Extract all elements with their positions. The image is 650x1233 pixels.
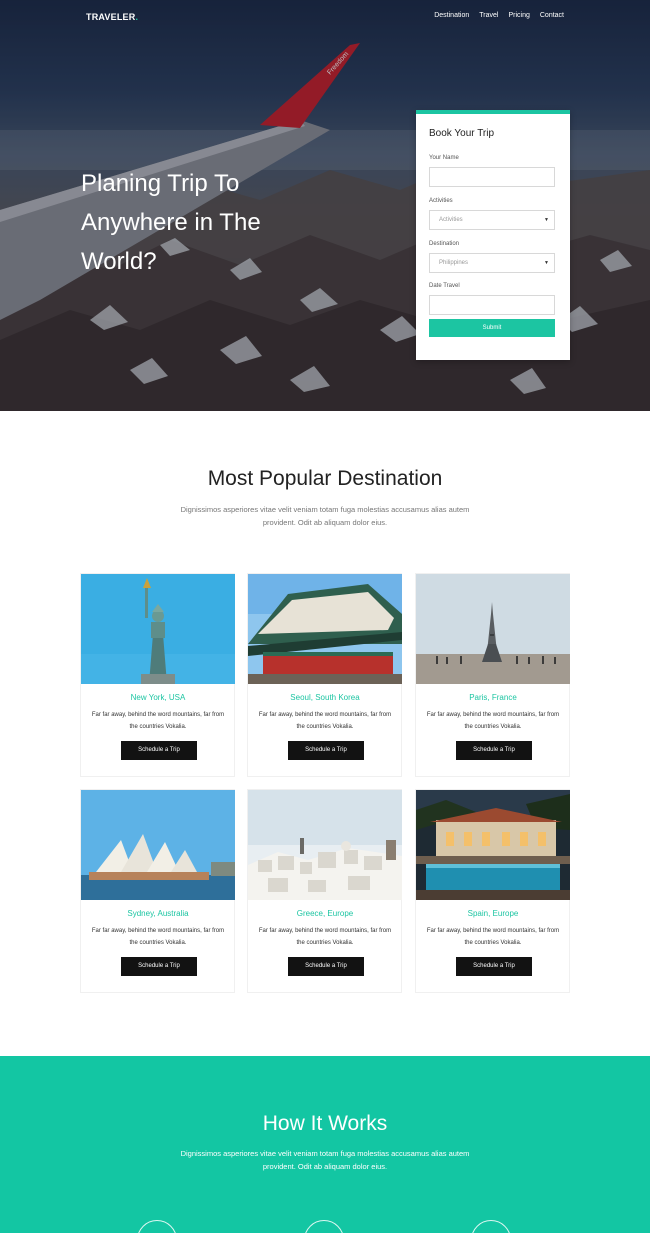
destination-selected-value: Philippines: [439, 260, 469, 266]
brand-logo[interactable]: TRAVELER.: [86, 12, 138, 22]
hero-section: Freedom TRAVELER. Destination Travel Pri…: [0, 0, 650, 411]
how-it-works-section: How It Works Dignissimos asperiores vita…: [0, 1056, 650, 1233]
schedule-trip-button[interactable]: Schedule a Trip: [456, 741, 532, 760]
card-description: Far far away, behind the word mountains,…: [91, 928, 225, 946]
nav-link-travel[interactable]: Travel: [479, 12, 498, 19]
card-title[interactable]: Paris, France: [416, 693, 570, 702]
destination-card: Seoul, South Korea Far far away, behind …: [247, 573, 402, 777]
popular-section-subtitle: Dignissimos asperiores vitae velit venia…: [180, 505, 470, 527]
card-description: Far far away, behind the word mountains,…: [258, 928, 392, 946]
destination-card: New York, USA Far far away, behind the w…: [80, 573, 235, 777]
card-title[interactable]: Seoul, South Korea: [248, 693, 402, 702]
step-icon-circle: [304, 1220, 344, 1233]
statue-of-liberty-image[interactable]: [81, 574, 235, 684]
chevron-down-icon: ▼: [544, 217, 549, 223]
destination-card: Paris, France Far far away, behind the w…: [415, 573, 570, 777]
chevron-down-icon: ▼: [544, 260, 549, 266]
activities-selected-value: Activities: [439, 217, 463, 223]
sydney-opera-house-image[interactable]: [81, 790, 235, 900]
popular-section-title: Most Popular Destination: [207, 467, 443, 490]
korean-palace-image[interactable]: [248, 574, 402, 684]
booking-title: Book Your Trip: [429, 128, 495, 139]
card-title[interactable]: New York, USA: [81, 693, 235, 702]
activities-select[interactable]: Activities ▼: [429, 210, 555, 230]
top-navbar: TRAVELER. Destination Travel Pricing Con…: [0, 0, 650, 34]
destination-card: Spain, Europe Far far away, behind the w…: [415, 789, 570, 993]
schedule-trip-button[interactable]: Schedule a Trip: [456, 957, 532, 976]
submit-button[interactable]: Submit: [429, 319, 555, 337]
card-description: Far far away, behind the word mountains,…: [258, 712, 392, 730]
activities-label: Activities: [429, 198, 453, 204]
destination-card: Greece, Europe Far far away, behind the …: [247, 789, 402, 993]
schedule-trip-button[interactable]: Schedule a Trip: [288, 957, 364, 976]
step-icon-circle: [137, 1220, 177, 1233]
spanish-villa-pool-image[interactable]: [416, 790, 570, 900]
santorini-village-image[interactable]: [248, 790, 402, 900]
hero-title: Planing Trip To Anywhere in The World?: [81, 170, 261, 275]
card-title[interactable]: Greece, Europe: [248, 909, 402, 918]
card-description: Far far away, behind the word mountains,…: [426, 712, 560, 730]
card-title[interactable]: Spain, Europe: [416, 909, 570, 918]
destination-card: Sydney, Australia Far far away, behind t…: [80, 789, 235, 993]
booking-form: Book Your Trip Your Name Activities Acti…: [416, 110, 570, 360]
schedule-trip-button[interactable]: Schedule a Trip: [121, 741, 197, 760]
name-input[interactable]: [429, 167, 555, 187]
date-label: Date Travel: [429, 283, 460, 289]
card-title[interactable]: Sydney, Australia: [81, 909, 235, 918]
card-description: Far far away, behind the word mountains,…: [91, 712, 225, 730]
schedule-trip-button[interactable]: Schedule a Trip: [121, 957, 197, 976]
eiffel-tower-image[interactable]: [416, 574, 570, 684]
destination-label: Destination: [429, 241, 460, 247]
name-label: Your Name: [429, 155, 459, 161]
nav-link-contact[interactable]: Contact: [540, 12, 564, 19]
schedule-trip-button[interactable]: Schedule a Trip: [288, 741, 364, 760]
destination-select[interactable]: Philippines ▼: [429, 253, 555, 273]
date-input[interactable]: [429, 295, 555, 315]
card-description: Far far away, behind the word mountains,…: [426, 928, 560, 946]
nav-links: Destination Travel Pricing Contact: [434, 12, 564, 19]
nav-link-pricing[interactable]: Pricing: [508, 12, 529, 19]
step-icon-circle: [471, 1220, 511, 1233]
how-section-subtitle: Dignissimos asperiores vitae velit venia…: [180, 1149, 470, 1171]
nav-link-destination[interactable]: Destination: [434, 12, 469, 19]
how-section-title: How It Works: [262, 1112, 388, 1135]
